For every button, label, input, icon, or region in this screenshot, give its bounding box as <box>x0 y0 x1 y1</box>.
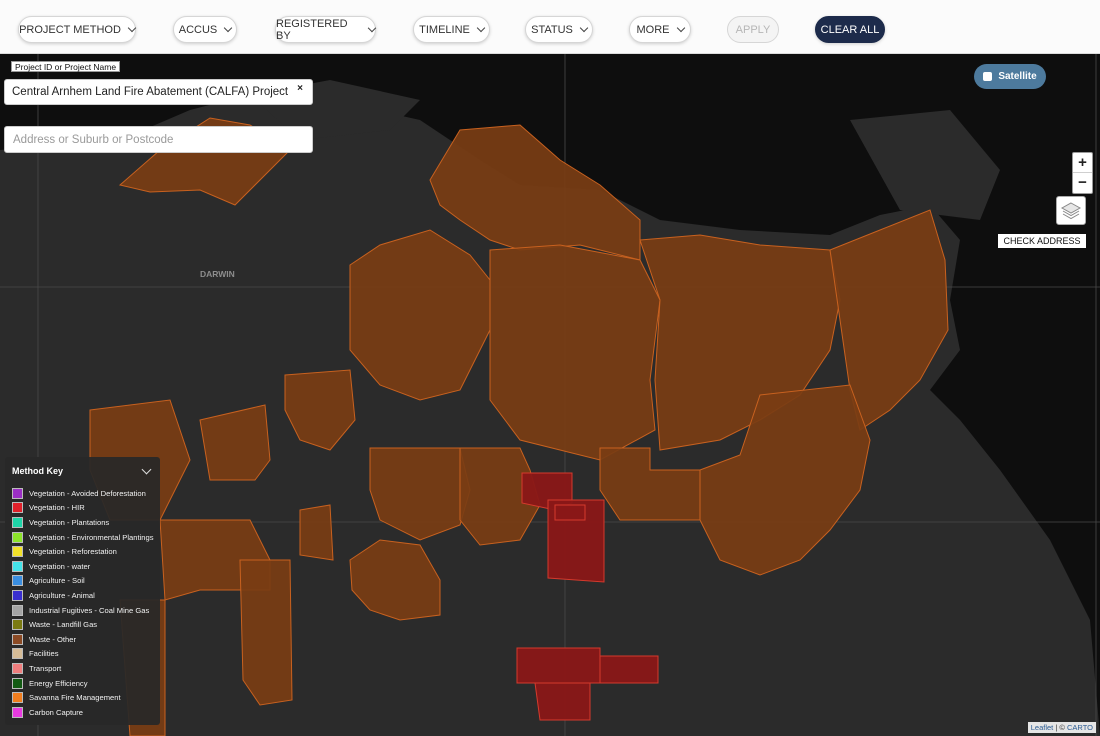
chevron-down-icon <box>224 23 233 32</box>
legend-label: Facilities <box>29 649 59 659</box>
map-attribution: Leaflet | © CARTO <box>1027 722 1096 733</box>
legend-swatch <box>12 516 23 528</box>
carto-link[interactable]: CARTO <box>1067 723 1093 732</box>
layers-button[interactable] <box>1056 196 1086 225</box>
legend-label: Vegetation - HIR <box>29 503 85 513</box>
legend-label: Agriculture - Soil <box>29 576 85 586</box>
place-label-darwin: DARWIN <box>200 269 235 279</box>
zoom-out-button[interactable]: − <box>1073 173 1092 193</box>
layers-icon <box>1060 201 1082 219</box>
legend-swatch <box>12 531 23 543</box>
method-key-legend: Method Key Vegetation - Avoided Deforest… <box>5 457 160 725</box>
legend-label: Vegetation - Plantations <box>29 517 110 527</box>
legend-item: Transport <box>12 661 154 676</box>
satellite-toggle[interactable]: Satellite <box>974 64 1046 89</box>
address-search-input[interactable]: Address or Suburb or Postcode <box>4 126 313 153</box>
project-search-input[interactable]: Central Arnhem Land Fire Abatement (CALF… <box>4 79 313 105</box>
landmass-east-peninsula <box>850 110 1000 220</box>
legend-swatch <box>12 619 23 631</box>
legend-swatch <box>12 692 23 704</box>
map[interactable]: DARWIN <box>0 54 1100 736</box>
filter-bar: PROJECT METHOD ACCUS REGISTERED BY TIMEL… <box>0 0 1100 54</box>
legend-label: Waste - Landfill Gas <box>29 620 98 630</box>
legend-item: Energy Efficiency <box>12 676 154 691</box>
legend-item: Agriculture - Animal <box>12 588 154 603</box>
registered-by-label: REGISTERED BY <box>276 17 348 42</box>
more-filter-button[interactable]: MORE <box>629 16 691 43</box>
legend-label: Transport <box>29 663 62 673</box>
address-search-placeholder: Address or Suburb or Postcode <box>13 133 174 146</box>
accus-filter-button[interactable]: ACCUS <box>173 16 237 43</box>
chevron-down-icon <box>676 23 685 32</box>
legend-label: Industrial Fugitives - Coal Mine Gas <box>29 605 150 615</box>
checkbox-icon <box>983 72 993 81</box>
satellite-label: Satellite <box>998 71 1037 82</box>
timeline-label: TIMELINE <box>419 23 470 36</box>
legend-item: Waste - Other <box>12 632 154 647</box>
legend-swatch <box>12 546 23 558</box>
leaflet-link[interactable]: Leaflet <box>1031 723 1054 732</box>
legend-swatch <box>12 662 23 674</box>
legend-label: Energy Efficiency <box>29 678 88 688</box>
chevron-down-icon <box>127 23 137 32</box>
legend-label: Savanna Fire Management <box>29 693 121 703</box>
legend-swatch <box>12 502 23 514</box>
registered-by-filter-button[interactable]: REGISTERED BY <box>275 16 377 43</box>
legend-label: Vegetation - Environmental Plantings <box>29 532 154 542</box>
chevron-down-icon <box>579 23 589 32</box>
legend-swatch <box>12 487 23 499</box>
legend-item: Carbon Capture <box>12 705 154 720</box>
legend-item: Vegetation - HIR <box>12 501 154 516</box>
legend-label: Vegetation - water <box>29 561 91 571</box>
attribution-separator: | © <box>1053 723 1068 732</box>
legend-item: Vegetation - water <box>12 559 154 574</box>
legend-item: Facilities <box>12 647 154 662</box>
project-search-value: Central Arnhem Land Fire Abatement (CALF… <box>12 86 289 98</box>
legend-item: Industrial Fugitives - Coal Mine Gas <box>12 603 154 618</box>
status-filter-button[interactable]: STATUS <box>525 16 593 43</box>
project-method-label: PROJECT METHOD <box>19 23 121 36</box>
zoom-control: + − <box>1072 152 1093 194</box>
more-label: MORE <box>636 23 670 36</box>
map-canvas[interactable]: DARWIN <box>0 54 1100 736</box>
chevron-down-icon[interactable] <box>141 464 152 475</box>
project-method-filter-button[interactable]: PROJECT METHOD <box>18 16 137 43</box>
legend-swatch <box>12 604 23 616</box>
legend-swatch <box>12 589 23 601</box>
legend-item: Vegetation - Avoided Deforestation <box>12 486 154 501</box>
legend-label: Agriculture - Animal <box>29 590 95 600</box>
accus-label: ACCUS <box>178 23 218 36</box>
legend-label: Vegetation - Reforestation <box>29 547 117 557</box>
chevron-down-icon <box>367 23 377 32</box>
legend-item: Savanna Fire Management <box>12 690 154 705</box>
timeline-filter-button[interactable]: TIMELINE <box>413 16 490 43</box>
legend-label: Waste - Other <box>29 634 76 644</box>
legend-swatch <box>12 560 23 572</box>
legend-item: Vegetation - Environmental Plantings <box>12 530 154 545</box>
chevron-down-icon <box>476 23 486 32</box>
legend-swatch <box>12 648 23 660</box>
legend-item: Vegetation - Plantations <box>12 515 154 530</box>
status-label: STATUS <box>531 23 573 36</box>
check-address-button[interactable]: CHECK ADDRESS <box>998 234 1086 248</box>
clear-all-button[interactable]: CLEAR ALL <box>815 16 885 43</box>
legend-swatch <box>12 575 23 587</box>
legend-label: Vegetation - Avoided Deforestation <box>29 488 146 498</box>
legend-item: Waste - Landfill Gas <box>12 617 154 632</box>
zoom-in-button[interactable]: + <box>1073 153 1092 173</box>
legend-swatch <box>12 677 23 689</box>
legend-label: Carbon Capture <box>29 707 84 717</box>
close-icon[interactable]: × <box>297 83 303 94</box>
legend-item: Vegetation - Reforestation <box>12 544 154 559</box>
apply-button[interactable]: APPLY <box>727 16 779 43</box>
legend-swatch <box>12 706 23 718</box>
search-label: Project ID or Project Name <box>11 61 121 72</box>
legend-item: Agriculture - Soil <box>12 574 154 589</box>
legend-items: Vegetation - Avoided Deforestation Vegeta… <box>12 486 154 720</box>
legend-title: Method Key <box>12 466 64 476</box>
legend-swatch <box>12 633 23 645</box>
